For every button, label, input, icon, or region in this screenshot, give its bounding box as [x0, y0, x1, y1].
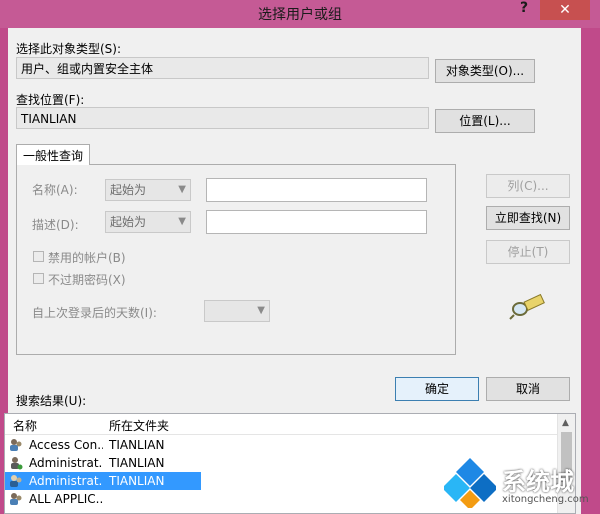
watermark-brand: 系统城 — [502, 468, 574, 496]
object-type-field: 用户、组或内置安全主体 — [16, 57, 429, 79]
disabled-accounts-label: 禁用的帐户(B) — [48, 251, 126, 265]
stop-button[interactable]: 停止(T) — [486, 240, 570, 264]
row-folder: TIANLIAN — [109, 456, 165, 470]
non-expiring-password-label: 不过期密码(X) — [48, 273, 126, 287]
row-name: Administrat... — [29, 474, 103, 488]
description-mode-select[interactable]: 起始为 ▼ — [105, 211, 191, 233]
row-folder: TIANLIAN — [109, 438, 165, 452]
help-button[interactable]: ? — [514, 0, 534, 20]
search-binoculars-icon — [508, 290, 548, 320]
name-input[interactable] — [206, 178, 427, 202]
cancel-button[interactable]: 取消 — [486, 377, 570, 401]
row-folder: TIANLIAN — [109, 474, 165, 488]
row-name: Administrat... — [29, 456, 103, 470]
watermark: 系统城 xitongcheng.com — [444, 448, 600, 514]
tab-general-query[interactable]: 一般性查询 — [16, 144, 90, 165]
watermark-url: xitongcheng.com — [502, 494, 589, 505]
chevron-down-icon: ▼ — [178, 184, 186, 195]
column-header-folder[interactable]: 所在文件夹 — [109, 417, 169, 434]
column-header-name[interactable]: 名称 — [13, 417, 37, 434]
description-input[interactable] — [206, 210, 427, 234]
table-row[interactable]: Administrat... TIANLIAN — [5, 454, 201, 472]
description-mode-value: 起始为 — [110, 215, 147, 229]
user-group-icon — [10, 439, 22, 451]
watermark-logo-icon — [444, 458, 496, 508]
table-row-selected[interactable]: Administrat... TIANLIAN — [5, 472, 201, 490]
name-mode-select[interactable]: 起始为 ▼ — [105, 179, 191, 201]
chevron-down-icon: ▼ — [178, 216, 186, 227]
description-label: 描述(D): — [32, 218, 79, 232]
find-now-button[interactable]: 立即查找(N) — [486, 206, 570, 230]
days-since-logon-select[interactable]: ▼ — [204, 300, 270, 322]
table-row[interactable]: Access Con... TIANLIAN — [5, 436, 201, 454]
user-group-icon — [10, 475, 22, 487]
user-icon — [11, 457, 23, 470]
row-name: Access Con... — [29, 438, 103, 452]
window-title: 选择用户或组 — [258, 7, 342, 23]
name-label: 名称(A): — [32, 183, 78, 197]
row-name: ALL APPLIC... — [29, 492, 103, 506]
object-types-button[interactable]: 对象类型(O)... — [435, 59, 535, 83]
location-field: TIANLIAN — [16, 107, 429, 129]
ok-button[interactable]: 确定 — [395, 377, 479, 401]
disabled-accounts-checkbox[interactable] — [33, 251, 44, 262]
table-row[interactable]: ALL APPLIC... — [5, 490, 201, 508]
location-label: 查找位置(F): — [16, 93, 85, 107]
columns-button[interactable]: 列(C)... — [486, 174, 570, 198]
days-since-logon-label: 自上次登录后的天数(I): — [32, 306, 157, 320]
results-header: 名称 所在文件夹 — [5, 414, 575, 435]
locations-button[interactable]: 位置(L)... — [435, 109, 535, 133]
name-mode-value: 起始为 — [110, 183, 147, 197]
close-button[interactable]: ✕ — [540, 0, 590, 20]
object-type-label: 选择此对象类型(S): — [16, 42, 122, 56]
scroll-up-icon[interactable]: ▲ — [562, 418, 569, 428]
chevron-down-icon: ▼ — [257, 305, 265, 316]
user-group-icon — [10, 493, 22, 505]
non-expiring-password-checkbox[interactable] — [33, 273, 44, 284]
results-label: 搜索结果(U): — [16, 394, 87, 408]
